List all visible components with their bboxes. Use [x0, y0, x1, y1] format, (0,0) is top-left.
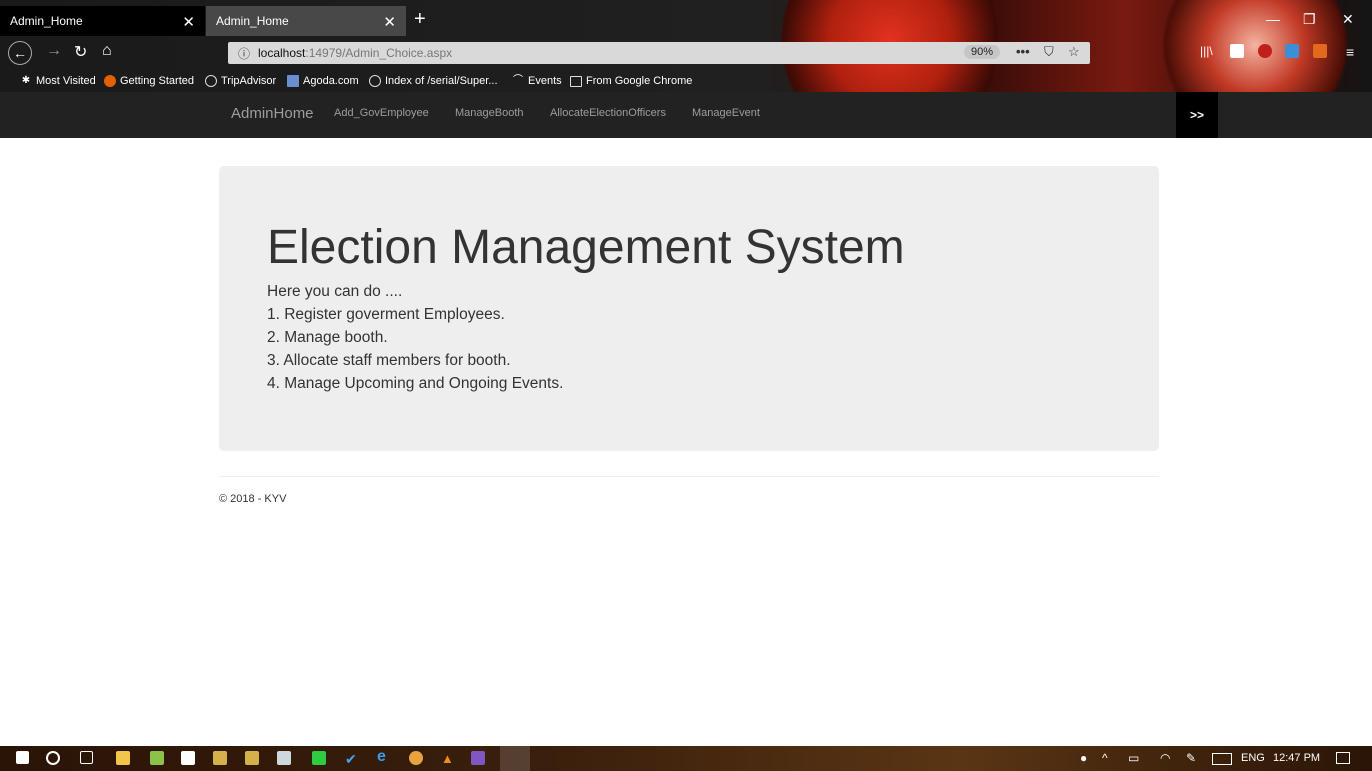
app-icon[interactable] — [277, 751, 291, 765]
ublock-icon[interactable] — [1258, 44, 1272, 58]
bookmark-item[interactable]: TripAdvisor — [205, 75, 276, 87]
close-icon[interactable]: ✕ — [383, 13, 396, 31]
site-navbar: AdminHome Add_GovEmployee ManageBooth Al… — [0, 92, 1372, 138]
feature-item: 3. Allocate staff members for booth. — [267, 352, 511, 369]
nav-link-manage-event[interactable]: ManageEvent — [692, 107, 760, 119]
back-icon[interactable]: ← — [8, 41, 32, 65]
nav-link-add-gov-employee[interactable]: Add_GovEmployee — [334, 107, 429, 119]
bookmark-label: Index of /serial/Super... — [385, 75, 498, 87]
rss-icon: ⌒ — [513, 75, 523, 86]
gear-icon: ✱ — [21, 75, 31, 86]
page-actions-icon[interactable]: ••• — [1016, 44, 1030, 59]
help-icon[interactable]: ● — [1080, 751, 1087, 765]
bookmark-label: Agoda.com — [303, 75, 359, 87]
footer-copyright: © 2018 - KYV — [219, 493, 287, 505]
wifi-icon[interactable]: ◠ — [1160, 751, 1170, 765]
library-icon[interactable]: |||\ — [1200, 44, 1214, 58]
nav-link-manage-booth[interactable]: ManageBooth — [455, 107, 524, 119]
reload-icon[interactable]: ↻ — [74, 42, 87, 62]
home-icon[interactable]: ⌂ — [102, 42, 112, 60]
agoda-icon — [287, 75, 299, 87]
bookmark-label: From Google Chrome — [586, 75, 693, 87]
sidebar-icon[interactable] — [1230, 44, 1244, 58]
keyboard-icon[interactable] — [1212, 753, 1232, 765]
footer-divider — [219, 476, 1159, 477]
navbar-brand[interactable]: AdminHome — [231, 105, 314, 122]
firefox-icon[interactable] — [500, 746, 530, 771]
url-path: :14979/Admin_Choice.aspx — [305, 46, 453, 60]
vlc-icon[interactable]: ▲ — [441, 751, 455, 766]
browser-tab[interactable]: Admin_Home ✕ — [0, 6, 205, 36]
feature-item: 2. Manage booth. — [267, 329, 388, 346]
task-view-icon[interactable] — [80, 751, 93, 764]
intro-text: Here you can do .... — [267, 283, 403, 300]
battery-icon[interactable]: ▭ — [1128, 751, 1139, 765]
bookmark-item[interactable]: Agoda.com — [287, 75, 359, 87]
menu-icon[interactable]: ≡ — [1346, 44, 1360, 60]
translate-extension-icon[interactable] — [1285, 44, 1299, 58]
pocket-icon[interactable]: ⛉ — [1044, 44, 1054, 60]
bookmark-item[interactable]: ⌒ Events — [512, 75, 562, 87]
app-icon[interactable] — [245, 751, 259, 765]
windows-start-icon[interactable] — [16, 751, 29, 764]
minimize-icon[interactable]: — — [1266, 11, 1280, 27]
bookmark-label: Events — [528, 75, 562, 87]
feature-item: 4. Manage Upcoming and Ongoing Events. — [267, 375, 564, 392]
tab-title: Admin_Home — [216, 14, 289, 28]
bookmark-label: Getting Started — [120, 75, 194, 87]
page-title: Election Management System — [267, 221, 905, 274]
window-close-icon[interactable]: ✕ — [1342, 11, 1354, 28]
site-info-icon[interactable]: ⓘ — [238, 45, 250, 62]
bookmark-label: TripAdvisor — [221, 75, 277, 87]
bookmark-star-icon[interactable]: ☆ — [1068, 44, 1080, 60]
edge-icon[interactable]: e — [377, 748, 391, 765]
notification-icon[interactable] — [1336, 752, 1350, 764]
tab-title: Admin_Home — [10, 14, 83, 28]
new-tab-plus-icon[interactable]: + — [414, 8, 426, 31]
jumbotron: Election Management System Here you can … — [219, 166, 1159, 451]
bookmark-label: Most Visited — [36, 75, 96, 87]
bookmark-item[interactable]: ✱ Most Visited — [20, 75, 96, 87]
zoom-indicator[interactable]: 90% — [964, 45, 1001, 59]
close-icon[interactable]: ✕ — [182, 13, 195, 31]
nav-link-allocate-election-officers[interactable]: AllocateElectionOfficers — [550, 107, 666, 119]
tab-strip: Admin_Home ✕ Admin_Home ✕ + — ❐ ✕ — [0, 6, 1372, 36]
browser-chrome: Admin_Home ✕ Admin_Home ✕ + — ❐ ✕ ← → ↻ … — [0, 0, 1372, 92]
browser-tab-active[interactable]: Admin_Home ✕ — [206, 6, 406, 36]
windows-taskbar: ✔ e ▲ ● ^ ▭ ◠ ✎ ENG 12:47 PM — [0, 746, 1372, 771]
file-explorer-icon[interactable] — [116, 751, 130, 765]
bookmark-item[interactable]: Index of /serial/Super... — [369, 75, 498, 87]
url-host: localhost — [258, 46, 306, 60]
url-bar[interactable]: ⓘ localhost:14979/Admin_Choice.aspx 90% … — [228, 42, 1090, 64]
chrome-icon[interactable] — [409, 751, 423, 765]
url-text: localhost:14979/Admin_Choice.aspx — [258, 46, 452, 60]
app-icon[interactable] — [312, 751, 326, 765]
globe-icon — [205, 75, 217, 87]
clock[interactable]: 12:47 PM — [1273, 752, 1320, 764]
firefox-icon — [104, 75, 116, 87]
globe-icon — [369, 75, 381, 87]
chevron-up-icon[interactable]: ^ — [1102, 751, 1108, 765]
bookmark-item[interactable]: From Google Chrome — [570, 75, 692, 87]
pen-icon[interactable]: ✎ — [1186, 751, 1196, 765]
visual-studio-icon[interactable] — [471, 751, 485, 765]
extension-icon[interactable] — [1313, 44, 1327, 58]
app-icon[interactable] — [213, 751, 227, 765]
app-icon[interactable] — [150, 751, 164, 765]
checkmark-app-icon[interactable]: ✔ — [345, 751, 359, 767]
bookmarks-toolbar: ✱ Most Visited Getting Started TripAdviso… — [0, 72, 1372, 92]
forward-icon[interactable]: → — [46, 42, 62, 60]
store-icon[interactable] — [181, 751, 195, 765]
bookmark-item[interactable]: Getting Started — [104, 75, 194, 87]
restore-icon[interactable]: ❐ — [1303, 11, 1316, 28]
folder-icon — [570, 75, 582, 87]
language-indicator[interactable]: ENG — [1241, 752, 1265, 764]
feature-item: 1. Register goverment Employees. — [267, 306, 505, 323]
expand-button[interactable]: >> — [1176, 92, 1218, 138]
search-icon[interactable] — [46, 751, 60, 765]
